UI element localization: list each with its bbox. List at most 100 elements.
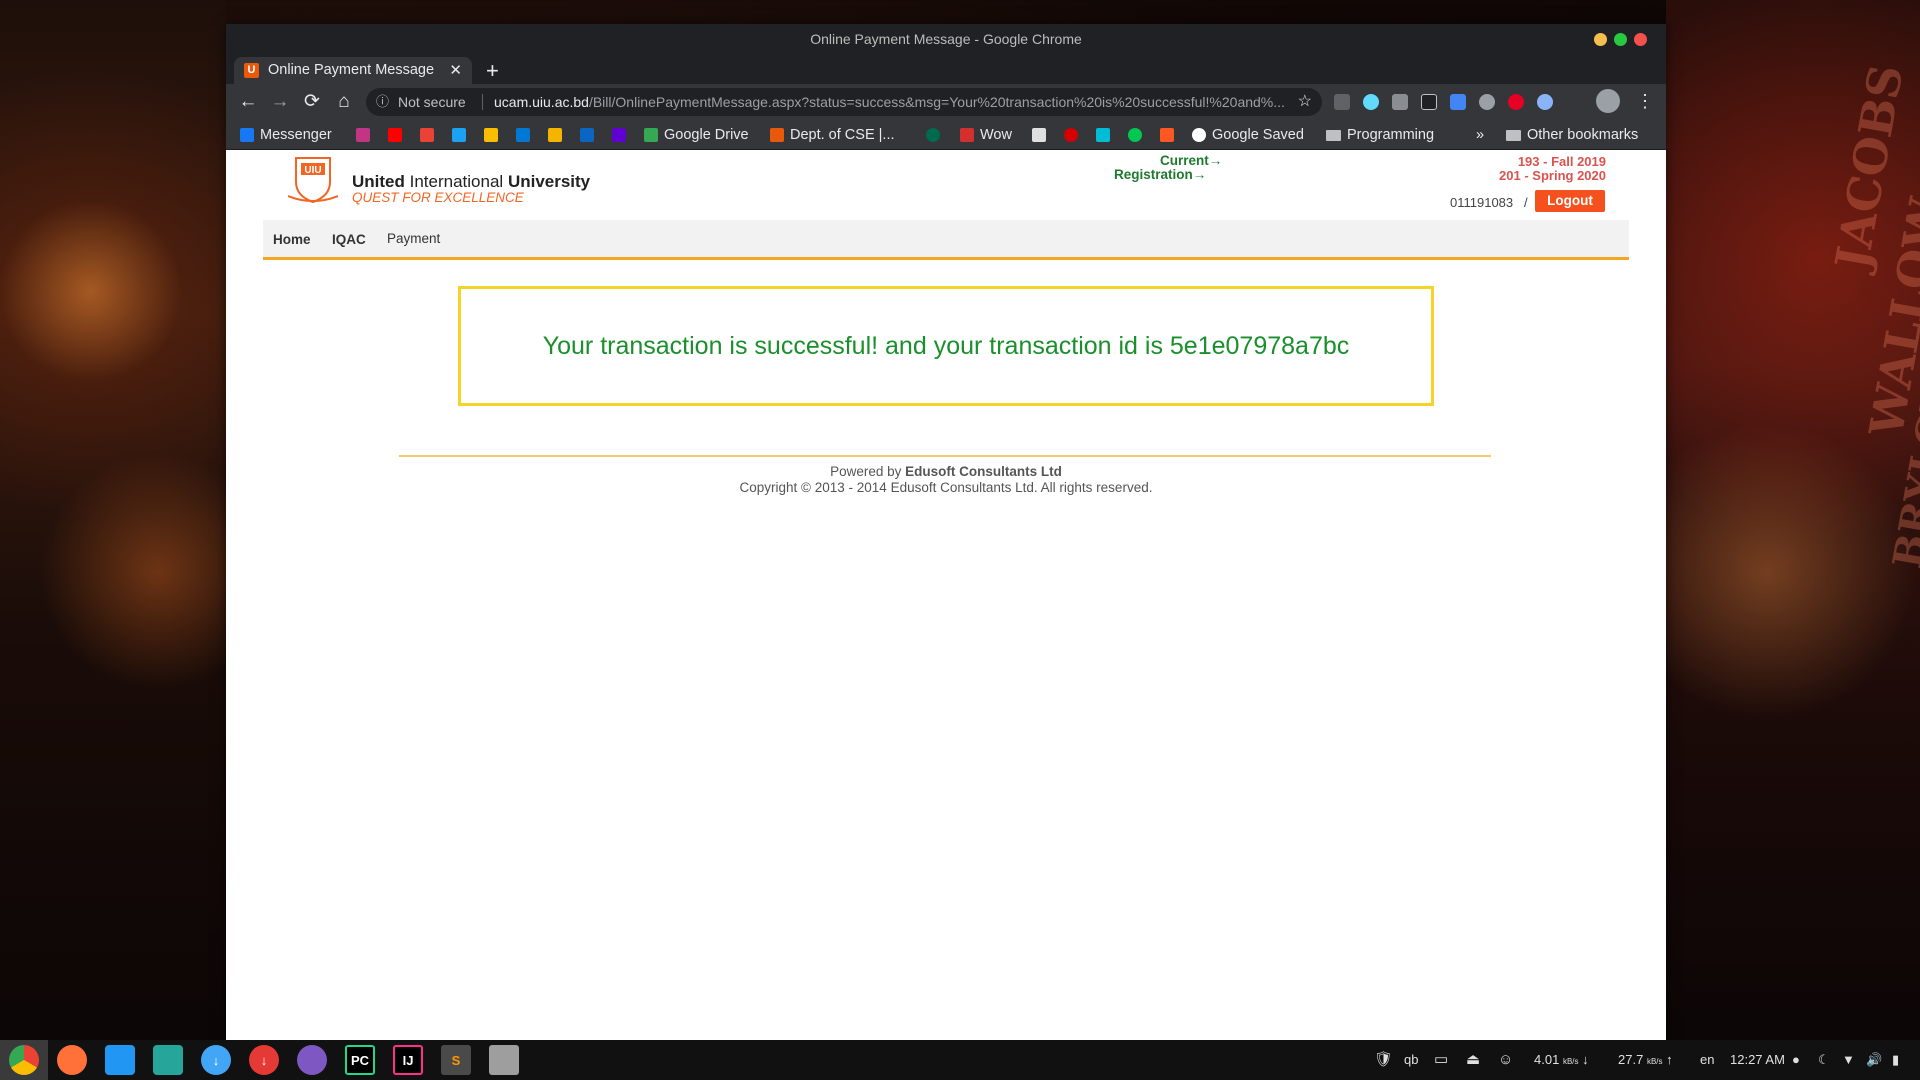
university-name: United International University (352, 172, 590, 192)
shield-icon[interactable]: 🛡 (1374, 1040, 1393, 1080)
profile-avatar[interactable] (1596, 89, 1620, 113)
tab-extension-icon[interactable] (1450, 94, 1466, 110)
yahoo-icon (612, 128, 626, 142)
volume-icon[interactable]: 🔊 (1866, 1040, 1882, 1080)
night-mode-icon[interactable]: ☾ (1818, 1040, 1830, 1080)
bookmark-wow[interactable]: Wow (960, 125, 1012, 145)
bookmark-messenger[interactable]: Messenger (240, 125, 332, 145)
bookmark-hangouts[interactable] (1128, 125, 1142, 145)
keep-icon (548, 128, 562, 142)
bookmark-outlook[interactable] (516, 125, 530, 145)
folder-icon (1506, 129, 1521, 141)
nav-iqac[interactable]: IQAC (332, 232, 366, 247)
hangouts-icon (1128, 128, 1142, 142)
registration-semester: 201 - Spring 2020 (1499, 168, 1606, 183)
pinterest-extension-icon[interactable] (1508, 94, 1524, 110)
maximize-button[interactable] (1614, 33, 1627, 46)
bookmark-yahoo[interactable] (612, 125, 626, 145)
bookmark-twitter[interactable] (452, 125, 466, 145)
window-titlebar: Online Payment Message - Google Chrome (226, 24, 1666, 54)
taskbar-image-viewer[interactable] (144, 1040, 192, 1080)
youtube-icon (388, 128, 402, 142)
upload-speed: 27.7 kB/s ↑ (1618, 1052, 1673, 1067)
bookmark-google-saved[interactable]: Google Saved (1192, 125, 1304, 145)
bookmark-youtube[interactable] (388, 125, 402, 145)
instagram-icon (356, 128, 370, 142)
bookmark-sync[interactable] (1096, 125, 1110, 145)
bookmark-mega[interactable] (1064, 125, 1078, 145)
bookmark-terminal[interactable] (1032, 125, 1046, 145)
keyboard-layout[interactable]: en (1700, 1040, 1714, 1080)
bookmarks-overflow-button[interactable]: » (1476, 125, 1484, 145)
bookmark-programming-folder[interactable]: Programming (1326, 125, 1434, 145)
forward-button[interactable]: → (268, 90, 292, 114)
tab-close-icon[interactable]: ✕ (449, 57, 462, 84)
bookmark-google-drive[interactable]: Google Drive (644, 125, 749, 145)
web-page: UIU United International University QUES… (226, 150, 1666, 1040)
reload-button[interactable]: ⟳ (300, 90, 324, 114)
taskbar-firefox[interactable] (48, 1040, 96, 1080)
taskbar-chrome[interactable] (0, 1040, 48, 1080)
info-icon[interactable]: ⓘ (376, 88, 389, 116)
facebook-extension-icon[interactable] (1392, 94, 1408, 110)
soundcloud-icon (1160, 128, 1174, 142)
transaction-message-box: Your transaction is successful! and your… (458, 286, 1434, 406)
bookmark-gmail[interactable] (420, 125, 434, 145)
back-button[interactable]: ← (236, 90, 260, 114)
mega-icon (1064, 128, 1078, 142)
taskbar-files[interactable] (96, 1040, 144, 1080)
circle-extension-icon[interactable] (1537, 94, 1553, 110)
wifi-icon[interactable]: ▼ (1842, 1040, 1855, 1080)
react-extension-icon[interactable] (1363, 94, 1379, 110)
address-bar[interactable]: ⓘ Not secure ucam.uiu.ac.bd/Bill/OnlineP… (366, 88, 1322, 116)
minimize-button[interactable] (1594, 33, 1607, 46)
browser-toolbar: ← → ⟳ ⌂ ⓘ Not secure ucam.uiu.ac.bd/Bill… (226, 84, 1666, 120)
registration-label: Registration→ (1114, 167, 1207, 182)
twitter-icon (452, 128, 466, 142)
new-tab-button[interactable]: + (486, 57, 499, 84)
battery-icon[interactable]: ▮ (1892, 1040, 1899, 1080)
taskbar-download-manager[interactable]: ↓ (240, 1040, 288, 1080)
taskbar-tor-browser[interactable] (288, 1040, 336, 1080)
other-bookmarks[interactable]: Other bookmarks (1506, 125, 1638, 145)
qbittorrent-tray[interactable]: qb (1404, 1040, 1418, 1080)
intellij-icon: IJ (393, 1045, 423, 1075)
other-bookmarks-label: Other bookmarks (1527, 127, 1639, 143)
update-tray-icon[interactable]: ☺ (1498, 1040, 1513, 1080)
extension-icons (1334, 92, 1553, 112)
outlook-icon (516, 128, 530, 142)
home-button[interactable]: ⌂ (332, 90, 356, 114)
taskbar-intellij[interactable]: IJ (384, 1040, 432, 1080)
taskbar-pycharm[interactable]: PC (336, 1040, 384, 1080)
bookmark-star-icon[interactable]: ☆ (1298, 88, 1312, 116)
bookmark-classroom[interactable] (484, 125, 498, 145)
taskbar-sublime-text[interactable]: S (432, 1040, 480, 1080)
nav-home[interactable]: Home (273, 232, 311, 247)
bookmark-keep[interactable] (548, 125, 562, 145)
url-path: /Bill/OnlinePaymentMessage.aspx?status=s… (588, 94, 1284, 110)
bookmark-dept-cse[interactable]: Dept. of CSE |... (770, 125, 895, 145)
chrome-menu-icon[interactable]: ⋮ (1636, 89, 1654, 113)
url-text[interactable]: ucam.uiu.ac.bd/Bill/OnlinePaymentMessage… (494, 88, 1284, 116)
close-window-button[interactable] (1634, 33, 1647, 46)
tab-online-payment-message[interactable]: U Online Payment Message ✕ (234, 57, 472, 84)
bookmark-linkedin[interactable] (580, 125, 594, 145)
bookmark-bd[interactable] (926, 125, 940, 145)
bookmark-instagram[interactable] (356, 125, 370, 145)
eject-icon[interactable]: ⏏ (1466, 1040, 1480, 1080)
dark-extension-icon[interactable] (1421, 94, 1437, 110)
taskbar-downloader[interactable]: ↓ (192, 1040, 240, 1080)
logout-button[interactable]: Logout (1535, 190, 1605, 212)
not-secure-label[interactable]: Not secure (398, 88, 466, 116)
nav-payment[interactable]: Payment (387, 231, 440, 246)
download-extension-icon[interactable] (1334, 94, 1350, 110)
bulb-extension-icon[interactable] (1479, 94, 1495, 110)
chrome-icon (9, 1045, 39, 1075)
taskbar-disk-utility[interactable] (480, 1040, 528, 1080)
bookmark-soundcloud[interactable] (1160, 125, 1174, 145)
notification-dot-icon[interactable]: ● (1792, 1040, 1800, 1080)
drive-tray-icon[interactable]: ▭ (1434, 1040, 1448, 1080)
site-navbar: Home IQAC Payment (263, 220, 1629, 260)
folder-icon (1326, 129, 1341, 141)
clock[interactable]: 12:27 AM (1730, 1040, 1785, 1080)
